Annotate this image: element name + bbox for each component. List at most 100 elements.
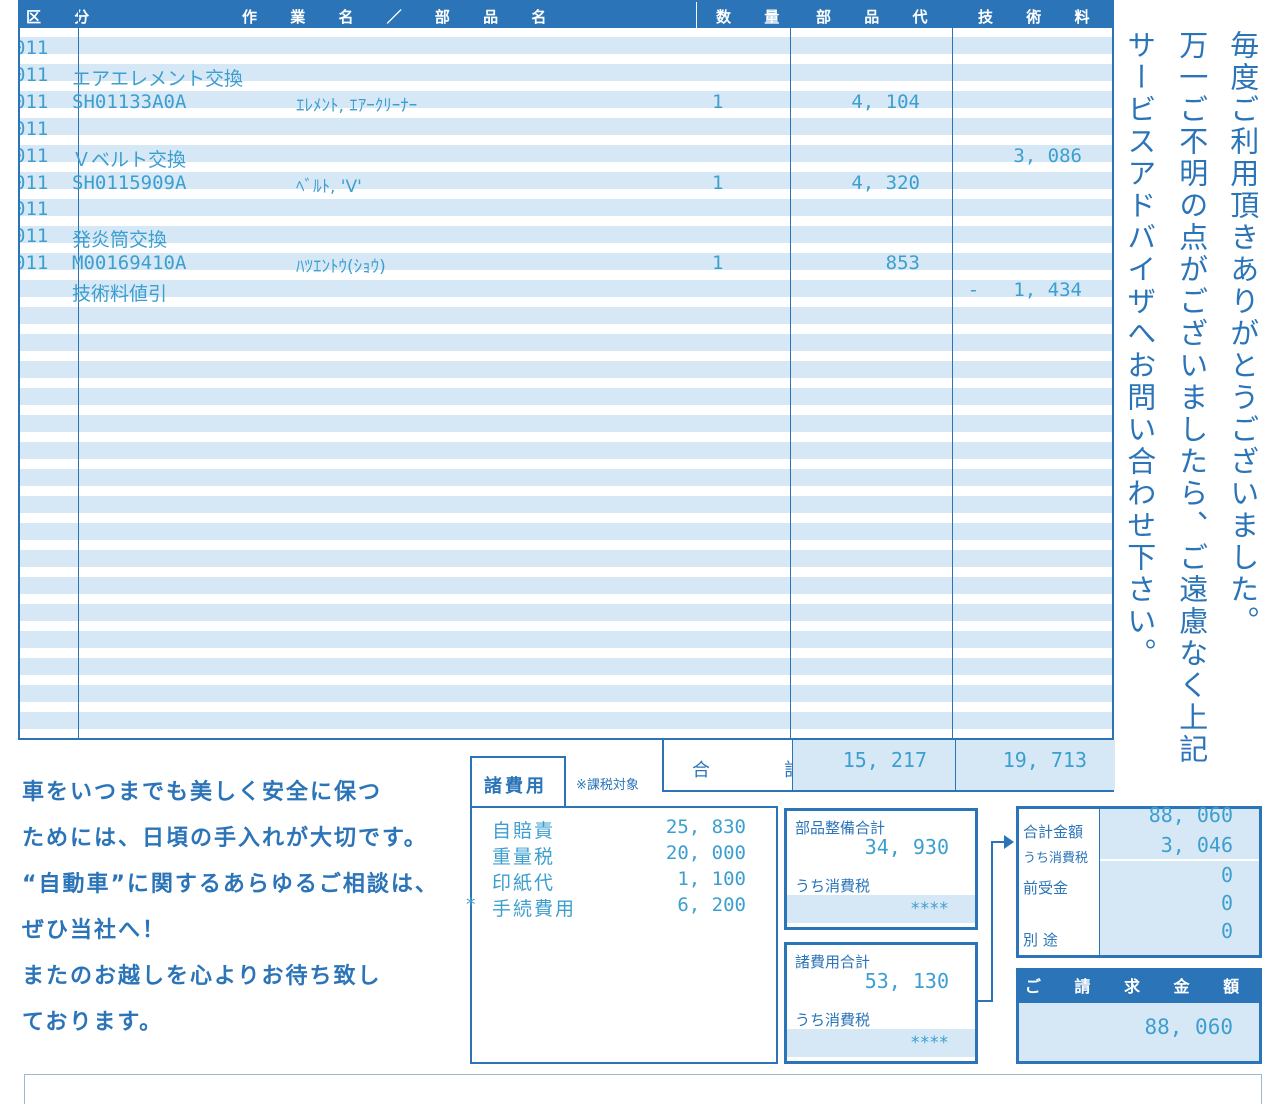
parts-subtotal-box: 部品整備合計 34, 930 うち消費税 **** [784, 808, 978, 930]
fee-row: 重量税 20, 000 [472, 842, 776, 868]
fee-amount: 20, 000 [665, 842, 746, 864]
fees-title: 諸費用 [484, 776, 547, 797]
fees-box: 自賠責 25, 830 重量税 20, 000 印紙代 1, 100 * 手続費… [466, 806, 778, 1064]
tax-included-value: 3, 046 [1160, 833, 1233, 857]
fee-label: 手続費用 [492, 898, 577, 920]
advance-label: 前受金 [1023, 879, 1069, 897]
total-tech-value: 19, 713 [1002, 748, 1087, 772]
header-parts-cost: 部 品 代 [816, 8, 942, 26]
row-category-code: 011 [20, 90, 49, 113]
row-category-code: 011 [20, 63, 49, 86]
row-work-name: SH01133A0A [72, 90, 187, 113]
row-stripe [20, 469, 1112, 486]
message-line: “自動車”に関するあらゆるご相談は、 [22, 872, 439, 897]
row-tech-fee: 3, 086 [1013, 144, 1082, 167]
row-part-description: ﾍﾞﾙﾄ, 'V' [296, 176, 362, 197]
row-category-code: 011 [20, 171, 49, 194]
fees-subtotal-value: 53, 130 [864, 969, 949, 993]
row-stripe [20, 550, 1112, 567]
row-stripe [20, 361, 1112, 378]
fee-row: * 手続費用 6, 200 [466, 894, 776, 920]
row-work-name: SH0115909A [72, 171, 187, 194]
other-value: 0 [1220, 891, 1233, 915]
message-line: ためには、日頃の手入れが大切です。 [22, 826, 428, 851]
contact-message: 万一ご不明の点がございましたら、ご遠慮なく上記 [1174, 30, 1209, 766]
row-category-code: 011 [20, 144, 49, 167]
fee-amount: 25, 830 [665, 816, 746, 838]
header-tech-fee: 技 術 料 [978, 8, 1104, 26]
parts-subtotal-value: 34, 930 [864, 835, 949, 859]
total-tech-cell: 19, 713 [955, 740, 1115, 790]
invoice-amount-value: 88, 060 [1144, 1015, 1233, 1039]
total-amount-label: 合計金額 [1023, 823, 1084, 841]
table-row: 011 Ｖベルト交換 3, 086 [20, 143, 1112, 171]
row-parts-cost: 853 [885, 252, 920, 275]
table-row: 011 [20, 35, 1112, 61]
row-stripe [20, 388, 1112, 405]
row-work-name: 技術料値引 [72, 283, 168, 306]
tax-included-label: うち消費税 [1023, 851, 1089, 866]
fees-tax-label: うち消費税 [795, 1011, 871, 1029]
row-category-code: 011 [20, 225, 49, 248]
sum-arrow-icon [978, 835, 1014, 1002]
row-stripe [20, 712, 1112, 729]
table-row: 011 M00169410A ﾊﾂｴﾝﾄｳ(ｼｮｳ) 1 853 [20, 250, 1112, 278]
fees-tax-cell: **** [787, 1029, 975, 1057]
row-stripe [20, 685, 1112, 702]
table-row: 技術料値引 -1, 434 [20, 277, 1112, 306]
row-work-name: エアエレメント交換 [72, 67, 244, 90]
row-stripe [20, 577, 1112, 594]
row-parts-cost: 4, 320 [851, 171, 920, 194]
fees-tab: 諸費用 [470, 756, 566, 806]
total-parts-value: 15, 217 [842, 748, 927, 772]
advisor-message: サービスアドバイザへお問い合わせ下さい。 [1122, 30, 1157, 670]
parts-tax-value: **** [911, 899, 949, 919]
thanks-message: 毎度ご利用頂きありがとうございました。 [1225, 30, 1260, 638]
row-stripe [20, 307, 1112, 324]
fee-label: 自賠責 [492, 820, 556, 842]
table-header: 区 分 作 業 名 ／ 部 品 名 数 量 部 品 代 技 術 料 [20, 2, 1112, 28]
row-stripe [20, 658, 1112, 675]
message-line: ております。 [22, 1010, 164, 1035]
table-row: 011 [20, 116, 1112, 142]
table-row: 011 エアエレメント交換 [20, 62, 1112, 90]
row-stripe [20, 604, 1112, 621]
header-work-part: 作 業 名 ／ 部 品 名 [242, 8, 561, 26]
deposit-cell [1100, 861, 1259, 955]
totals-divider [1099, 809, 1100, 955]
table-row: 011 SH01133A0A ｴﾚﾒﾝﾄ, ｴｱｰｸﾘｰﾅｰ 1 4, 104 [20, 89, 1112, 116]
fees-subtotal-label: 諸費用合計 [795, 953, 871, 971]
advance-value: 0 [1220, 863, 1233, 887]
fee-amount: 1, 100 [677, 868, 746, 890]
care-message: 車をいつまでも美しく安全に保つ ためには、日頃の手入れが大切です。 “自動車”に… [22, 778, 452, 1054]
total-amount-value: 88, 060 [1148, 803, 1233, 827]
totals-box: 合計金額 88, 060 うち消費税 3, 046 前受金 0 0 別 途 0 [1016, 803, 1262, 958]
row-part-description: ﾊﾂｴﾝﾄｳ(ｼｮｳ) [296, 257, 386, 278]
table-row: 011 SH0115909A ﾍﾞﾙﾄ, 'V' 1 4, 320 [20, 170, 1112, 197]
fee-label: 重量税 [492, 846, 556, 868]
message-line: 車をいつまでも美しく安全に保つ [22, 780, 383, 805]
fee-label: 印紙代 [492, 872, 556, 894]
fee-amount: 6, 200 [677, 894, 746, 916]
taxable-mark: * [466, 894, 476, 916]
message-line: またのお越しを心よりお待ち致し [22, 964, 382, 989]
row-category-code: 011 [20, 117, 49, 140]
row-quantity: 1 [712, 252, 724, 275]
header-divider [696, 2, 697, 28]
total-parts-cell: 15, 217 [792, 740, 955, 790]
row-stripe [20, 523, 1112, 540]
parts-tax-cell: **** [787, 895, 975, 923]
fee-row: 印紙代 1, 100 [472, 868, 776, 894]
row-category-code: 011 [20, 252, 49, 275]
row-quantity: 1 [712, 171, 724, 194]
total-row: 合 計 15, 217 19, 713 [662, 740, 1115, 792]
work-parts-table: 区 分 作 業 名 ／ 部 品 名 数 量 部 品 代 技 術 料 011011… [18, 0, 1114, 740]
row-stripe [20, 442, 1112, 459]
header-category: 区 分 [26, 8, 104, 26]
row-stripe [20, 496, 1112, 513]
table-row: 011 [20, 196, 1112, 222]
parts-tax-label: うち消費税 [795, 877, 871, 895]
footer-frame [24, 1074, 1262, 1104]
row-category-code: 011 [20, 37, 49, 59]
row-category-code: 011 [20, 198, 49, 221]
